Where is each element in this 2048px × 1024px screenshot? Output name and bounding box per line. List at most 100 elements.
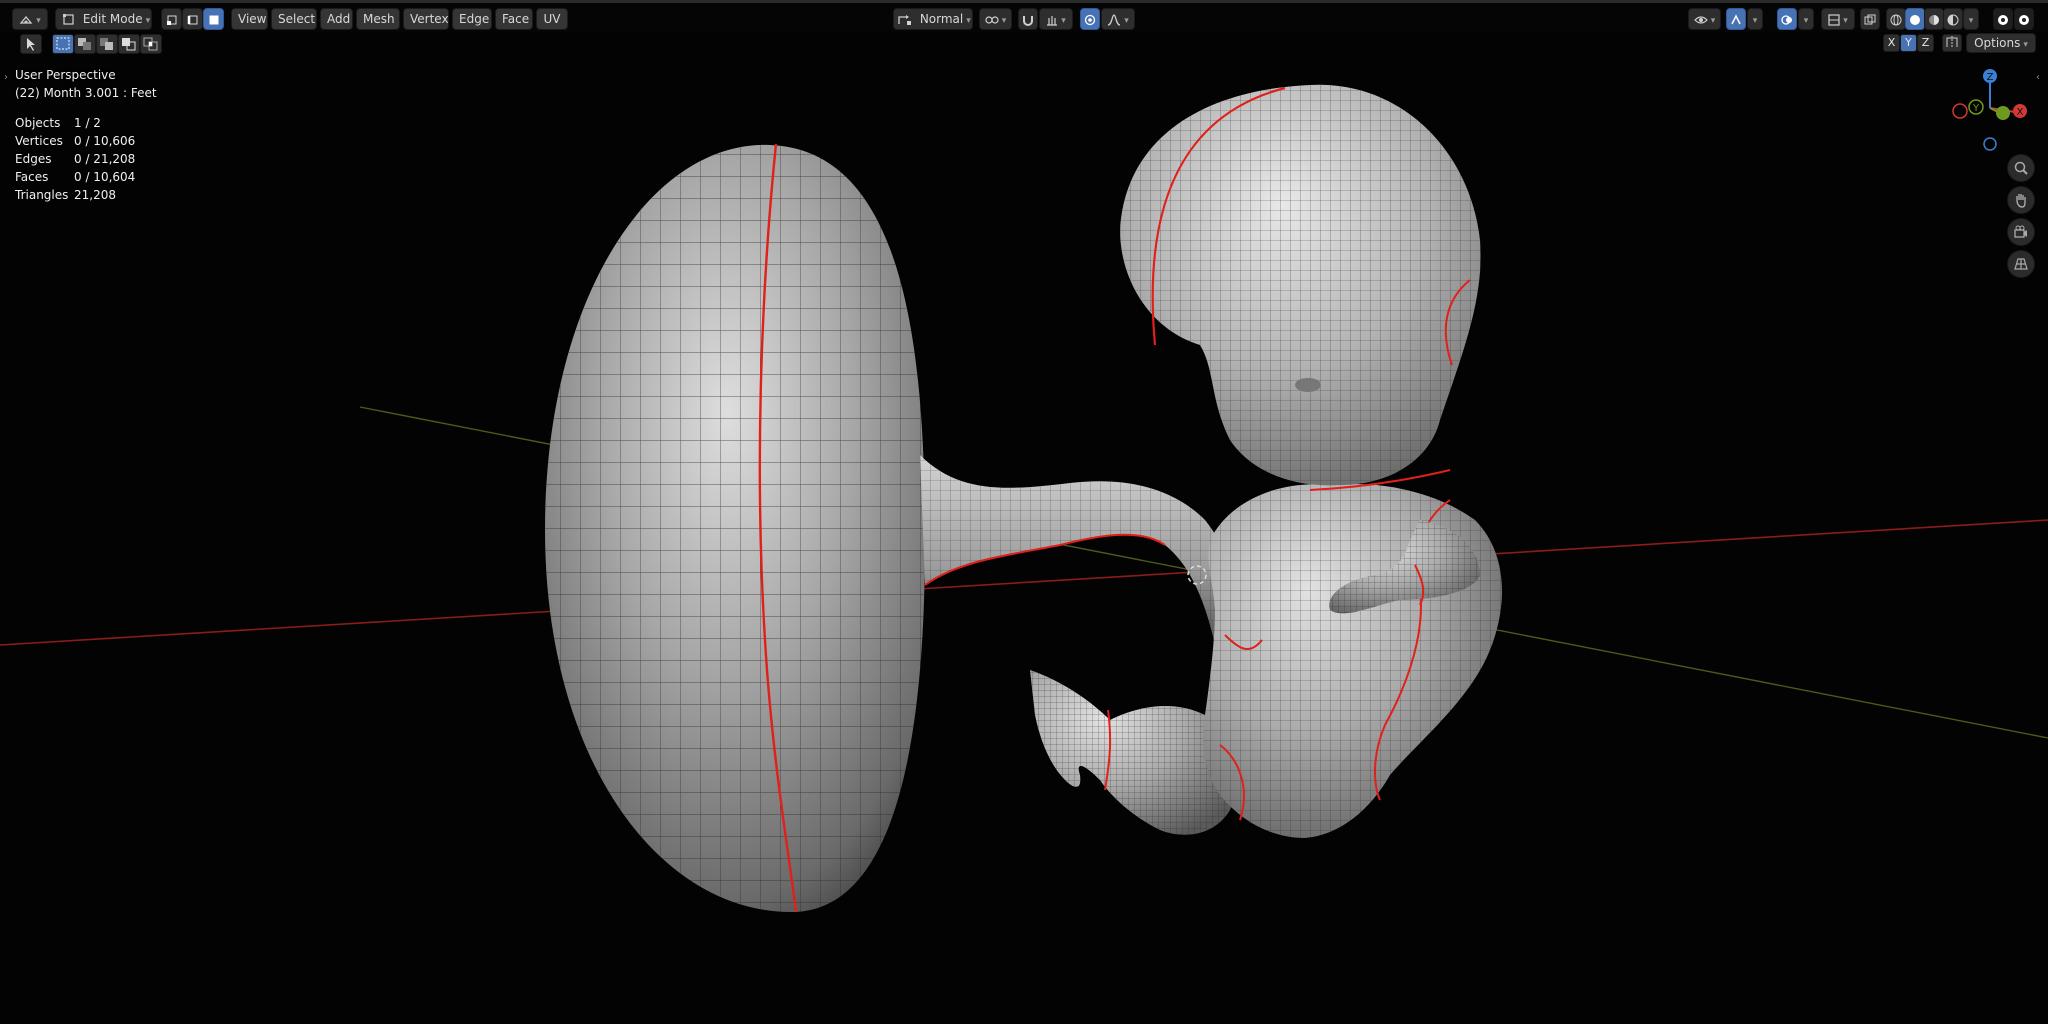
- chevron-down-icon: ▾: [1968, 16, 1974, 26]
- mode-selector[interactable]: Edit Mode ▾: [55, 8, 152, 30]
- chevron-down-icon: ▾: [1061, 16, 1066, 26]
- proportional-edit-icon: [1084, 14, 1096, 25]
- face-select-icon: [209, 15, 218, 24]
- stats-value: 0 / 21,208: [74, 152, 136, 166]
- render-region-toggle[interactable]: [2014, 8, 2034, 30]
- eye-icon: [1693, 15, 1708, 24]
- overlays-toggle[interactable]: [1777, 8, 1797, 30]
- gizmo-neg-x-axis[interactable]: [1952, 103, 1968, 119]
- xray-toggle[interactable]: [1860, 8, 1880, 30]
- gizmo-z-label: Z: [1987, 72, 1994, 83]
- shading-dropdown[interactable]: ▾: [1963, 8, 1979, 30]
- viewport-info-overlay: User Perspective (22) Month 3.001 : Feet: [15, 66, 157, 102]
- falloff-curve-icon: [1108, 13, 1121, 26]
- camera-view-button[interactable]: [2007, 218, 2035, 246]
- stats-label: Vertices: [15, 134, 63, 148]
- mesh-overlay-icon: [1828, 13, 1840, 26]
- gizmo-x-label: X: [2017, 107, 2024, 118]
- viewport-scene[interactable]: [0, 32, 2048, 1024]
- fetus-body-mesh[interactable]: [1203, 469, 1502, 838]
- stats-row: Triangles 21,208: [15, 186, 135, 204]
- chevron-down-icon: ▾: [36, 16, 41, 26]
- snap-target-dropdown[interactable]: ▾: [1039, 8, 1073, 30]
- stats-value: 0 / 10,606: [74, 134, 136, 148]
- overlays-dropdown[interactable]: ▾: [1798, 8, 1814, 30]
- navigation-gizmo[interactable]: Z X Y: [1945, 62, 2035, 162]
- mode-label: Edit Mode: [82, 12, 143, 26]
- face-select-mode-button[interactable]: [203, 8, 224, 30]
- material-sphere-icon: [1929, 14, 1939, 25]
- circle-dot-icon: [1998, 14, 2008, 25]
- shading-material-button[interactable]: [1924, 8, 1944, 30]
- shading-wireframe-button[interactable]: [1886, 8, 1906, 30]
- view-name: User Perspective: [15, 68, 116, 82]
- edge-select-mode-button[interactable]: [182, 8, 203, 30]
- stats-row: Vertices 0 / 10,606: [15, 132, 135, 150]
- face-menu[interactable]: Face: [495, 8, 533, 30]
- chevron-down-icon: ▾: [1752, 16, 1758, 26]
- stats-label: Triangles: [15, 188, 69, 202]
- gizmo-neg-z-axis[interactable]: [1983, 137, 1997, 151]
- snap-toggle[interactable]: [1018, 8, 1038, 30]
- statistics-overlay: Objects 1 / 2 Vertices 0 / 10,606 Edges 0 /…: [15, 114, 135, 204]
- gizmo-dropdown[interactable]: ▾: [1747, 8, 1763, 30]
- placenta-mesh[interactable]: [545, 143, 925, 913]
- 3d-viewport[interactable]: [0, 32, 2048, 1024]
- chevron-down-icon: ▾: [1803, 16, 1809, 26]
- hand-icon: [2016, 194, 2026, 208]
- vertex-menu[interactable]: Vertex: [403, 8, 449, 30]
- circle-dot-icon: [2019, 14, 2029, 25]
- orientation-icon: [898, 14, 911, 25]
- solid-sphere-icon: [1910, 14, 1920, 25]
- transform-orientation-dropdown[interactable]: Normal ▾: [893, 8, 973, 30]
- xray-icon: [1864, 14, 1876, 24]
- chevron-down-icon: ▾: [1843, 16, 1848, 26]
- chevron-down-icon: ▾: [966, 16, 971, 26]
- mesh-edit-overlays-dropdown[interactable]: ▾: [1821, 8, 1855, 30]
- editor-type-button[interactable]: ▾: [12, 8, 48, 30]
- view-lock-toggle[interactable]: [1993, 8, 2013, 30]
- stats-value: 0 / 10,604: [74, 170, 136, 184]
- mesh-menu[interactable]: Mesh: [356, 8, 400, 30]
- vertex-select-mode-button[interactable]: [161, 8, 182, 30]
- edge-menu[interactable]: Edge: [452, 8, 492, 30]
- shading-solid-button[interactable]: [1905, 8, 1925, 30]
- chevron-down-icon: ▾: [145, 16, 151, 26]
- zoom-button[interactable]: [2007, 154, 2035, 182]
- active-object-info: (22) Month 3.001 : Feet: [15, 86, 157, 100]
- stats-label: Edges: [15, 152, 52, 166]
- pivot-point-dropdown[interactable]: ▾: [979, 8, 1012, 30]
- edge-select-icon: [187, 15, 197, 24]
- 3d-viewport-icon: [19, 15, 33, 24]
- visibility-dropdown[interactable]: ▾: [1688, 8, 1721, 30]
- grid-perspective-icon: [2014, 258, 2028, 270]
- viewport-header: ▾ Edit Mode ▾ View Select Add Mesh Vertex…: [0, 0, 2048, 32]
- add-menu[interactable]: Add: [320, 8, 353, 30]
- stats-label: Objects: [15, 116, 61, 130]
- pan-button[interactable]: [2007, 186, 2035, 214]
- stats-row: Objects 1 / 2: [15, 114, 135, 132]
- umbilical-cord-mesh[interactable]: [920, 455, 1250, 645]
- rendered-sphere-icon: [1947, 14, 1959, 25]
- magnet-icon: [1023, 15, 1033, 26]
- select-menu[interactable]: Select: [271, 8, 317, 30]
- stats-row: Edges 0 / 21,208: [15, 150, 135, 168]
- chevron-down-icon: ▾: [1124, 16, 1129, 26]
- camera-icon: [2014, 225, 2027, 238]
- perspective-toggle-button[interactable]: [2007, 250, 2035, 278]
- wireframe-sphere-icon: [1890, 14, 1902, 25]
- stats-value: 1 / 2: [74, 116, 101, 130]
- edit-mode-icon: [63, 14, 74, 25]
- proportional-editing-toggle[interactable]: [1080, 8, 1100, 30]
- view-menu[interactable]: View: [231, 8, 268, 30]
- gizmo-y-axis[interactable]: [1996, 106, 2010, 120]
- snap-increment-icon: [1047, 15, 1058, 26]
- falloff-dropdown[interactable]: ▾: [1101, 8, 1135, 30]
- gizmo-toggle[interactable]: [1726, 8, 1746, 30]
- shading-rendered-button[interactable]: [1943, 8, 1963, 30]
- orientation-label: Normal: [919, 12, 964, 26]
- stats-label: Faces: [15, 170, 49, 184]
- fetus-head-mesh[interactable]: [1120, 84, 1481, 486]
- gizmo-y-label: Y: [1972, 103, 1980, 114]
- uv-menu[interactable]: UV: [536, 8, 568, 30]
